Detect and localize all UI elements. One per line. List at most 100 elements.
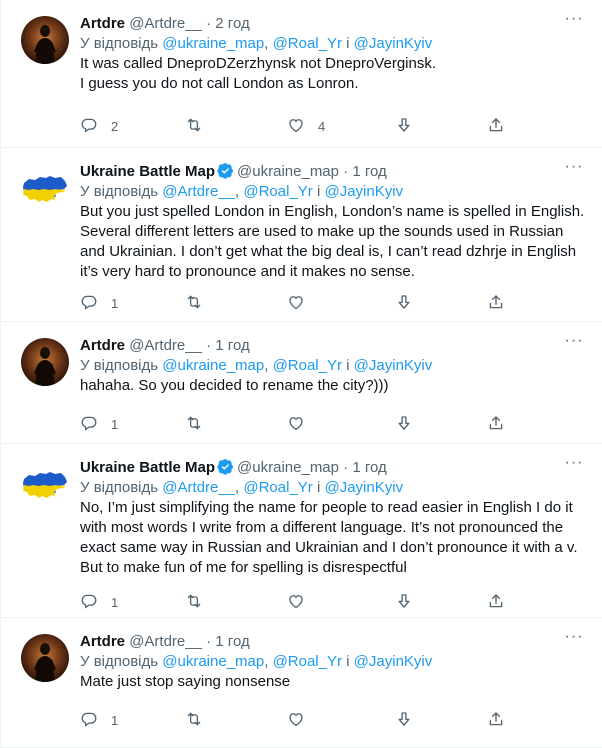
display-name[interactable]: Artdre bbox=[80, 15, 125, 32]
reply-button[interactable]: 1 bbox=[80, 414, 118, 434]
mention-link[interactable]: @Artdre__ bbox=[162, 479, 235, 496]
display-name[interactable]: Artdre bbox=[80, 337, 125, 354]
like-button[interactable] bbox=[287, 592, 318, 612]
timestamp[interactable]: 2 год bbox=[215, 15, 249, 32]
avatar[interactable] bbox=[21, 338, 69, 386]
mention-link[interactable]: @ukraine_map bbox=[162, 357, 264, 374]
user-handle[interactable]: @Artdre__ bbox=[129, 633, 202, 650]
mention-link[interactable]: @Artdre__ bbox=[162, 183, 235, 200]
tweet-actions: 1 bbox=[80, 710, 520, 730]
separator-dot: · bbox=[206, 337, 212, 354]
timestamp[interactable]: 1 год bbox=[215, 633, 249, 650]
downvote-button[interactable] bbox=[395, 116, 413, 136]
tweet-text-line: hahaha. So you decided to rename the cit… bbox=[80, 377, 389, 394]
tweet-text-line: But you just spelled London in English, … bbox=[80, 203, 585, 220]
reply-icon bbox=[80, 116, 98, 137]
separator-dot: · bbox=[343, 459, 349, 476]
downvote-button[interactable] bbox=[395, 293, 413, 313]
tweet[interactable]: Ukraine Battle Map @ukraine_map · 1 год ··… bbox=[1, 444, 602, 618]
replying-to: У відповідь @Artdre__, @Roal_Yr і @Jayin… bbox=[80, 182, 586, 202]
share-icon bbox=[487, 710, 505, 731]
tweet-header: Artdre @Artdre__ · 2 год ··· bbox=[80, 11, 586, 34]
user-handle[interactable]: @Artdre__ bbox=[129, 337, 202, 354]
separator-comma: , bbox=[264, 653, 269, 670]
display-name[interactable]: Ukraine Battle Map bbox=[80, 459, 215, 476]
user-handle[interactable]: @Artdre__ bbox=[129, 15, 202, 32]
avatar[interactable] bbox=[21, 460, 69, 508]
downvote-button[interactable] bbox=[395, 710, 413, 730]
tweet[interactable]: Artdre @Artdre__ · 1 год ··· У відповідь @… bbox=[1, 322, 602, 444]
mention-link[interactable]: @JayinKyiv bbox=[354, 357, 433, 374]
downvote-icon bbox=[395, 116, 413, 137]
timestamp[interactable]: 1 год bbox=[352, 163, 386, 180]
display-name[interactable]: Ukraine Battle Map bbox=[80, 163, 215, 180]
tweet[interactable]: Ukraine Battle Map @ukraine_map · 1 год ··… bbox=[1, 148, 602, 322]
share-button[interactable] bbox=[487, 592, 505, 612]
avatar[interactable] bbox=[21, 164, 69, 212]
share-icon bbox=[487, 293, 505, 314]
timestamp[interactable]: 1 год bbox=[215, 337, 249, 354]
user-handle[interactable]: @ukraine_map bbox=[237, 459, 339, 476]
more-horizontal-icon[interactable]: ··· bbox=[564, 629, 584, 650]
tweet-text-line: I guess you do not call London as Lonron… bbox=[80, 75, 359, 92]
retweet-button[interactable] bbox=[185, 293, 216, 313]
replying-to: У відповідь @ukraine_map, @Roal_Yr і @Ja… bbox=[80, 34, 586, 54]
like-button[interactable] bbox=[287, 293, 318, 313]
mention-link[interactable]: @ukraine_map bbox=[162, 653, 264, 670]
conversation-timeline: Artdre @Artdre__ · 2 год ··· У відповідь @… bbox=[0, 0, 602, 748]
tweet-text: But you just spelled London in English, … bbox=[80, 202, 586, 282]
like-button[interactable]: 4 bbox=[287, 116, 325, 136]
reply-icon bbox=[80, 293, 98, 314]
retweet-button[interactable] bbox=[185, 414, 216, 434]
mention-link[interactable]: @ukraine_map bbox=[162, 35, 264, 52]
reply-button[interactable]: 1 bbox=[80, 710, 118, 730]
retweet-icon bbox=[185, 710, 203, 731]
tweet-text-line: Several different letters are used to ma… bbox=[80, 223, 564, 240]
mention-link[interactable]: @JayinKyiv bbox=[324, 183, 403, 200]
like-button[interactable] bbox=[287, 710, 318, 730]
more-horizontal-icon[interactable]: ··· bbox=[564, 159, 584, 180]
reply-button[interactable]: 1 bbox=[80, 293, 118, 313]
tweet[interactable]: Artdre @Artdre__ · 1 год ··· У відповідь @… bbox=[1, 618, 602, 748]
like-button[interactable] bbox=[287, 414, 318, 434]
downvote-button[interactable] bbox=[395, 592, 413, 612]
mention-link[interactable]: @Roal_Yr bbox=[243, 183, 312, 200]
share-button[interactable] bbox=[487, 414, 505, 434]
reply-button[interactable]: 2 bbox=[80, 116, 118, 136]
mention-link[interactable]: @Roal_Yr bbox=[273, 35, 342, 52]
display-name[interactable]: Artdre bbox=[80, 633, 125, 650]
downvote-button[interactable] bbox=[395, 414, 413, 434]
user-handle[interactable]: @ukraine_map bbox=[237, 163, 339, 180]
share-button[interactable] bbox=[487, 116, 505, 136]
replying-to-label: У відповідь bbox=[80, 653, 159, 670]
retweet-button[interactable] bbox=[185, 710, 216, 730]
tweet-text-line: and Ukrainian. I don’t get what the big … bbox=[80, 243, 577, 260]
retweet-button[interactable] bbox=[185, 592, 216, 612]
mention-link[interactable]: @JayinKyiv bbox=[354, 653, 433, 670]
separator-comma: , bbox=[235, 479, 240, 496]
retweet-button[interactable] bbox=[185, 116, 216, 136]
downvote-icon bbox=[395, 414, 413, 435]
verified-badge-icon bbox=[217, 162, 234, 179]
share-icon bbox=[487, 116, 505, 137]
tweet-text: hahaha. So you decided to rename the cit… bbox=[80, 376, 586, 396]
avatar[interactable] bbox=[21, 16, 69, 64]
more-horizontal-icon[interactable]: ··· bbox=[564, 455, 584, 476]
avatar[interactable] bbox=[21, 634, 69, 682]
more-horizontal-icon[interactable]: ··· bbox=[564, 11, 584, 32]
share-button[interactable] bbox=[487, 710, 505, 730]
tweet-text-line: It was called DneproDZerzhynsk not Dnepr… bbox=[80, 55, 437, 72]
mention-link[interactable]: @JayinKyiv bbox=[354, 35, 433, 52]
reply-button[interactable]: 1 bbox=[80, 592, 118, 612]
tweet-text-line: it’s very hard to pronounce and it makes… bbox=[80, 263, 415, 280]
mention-link[interactable]: @Roal_Yr bbox=[243, 479, 312, 496]
tweet[interactable]: Artdre @Artdre__ · 2 год ··· У відповідь @… bbox=[1, 0, 602, 148]
tweet-header: Artdre @Artdre__ · 1 год ··· bbox=[80, 333, 586, 356]
separator-dot: · bbox=[343, 163, 349, 180]
more-horizontal-icon[interactable]: ··· bbox=[564, 333, 584, 354]
share-button[interactable] bbox=[487, 293, 505, 313]
mention-link[interactable]: @Roal_Yr bbox=[273, 357, 342, 374]
mention-link[interactable]: @Roal_Yr bbox=[273, 653, 342, 670]
timestamp[interactable]: 1 год bbox=[352, 459, 386, 476]
mention-link[interactable]: @JayinKyiv bbox=[324, 479, 403, 496]
